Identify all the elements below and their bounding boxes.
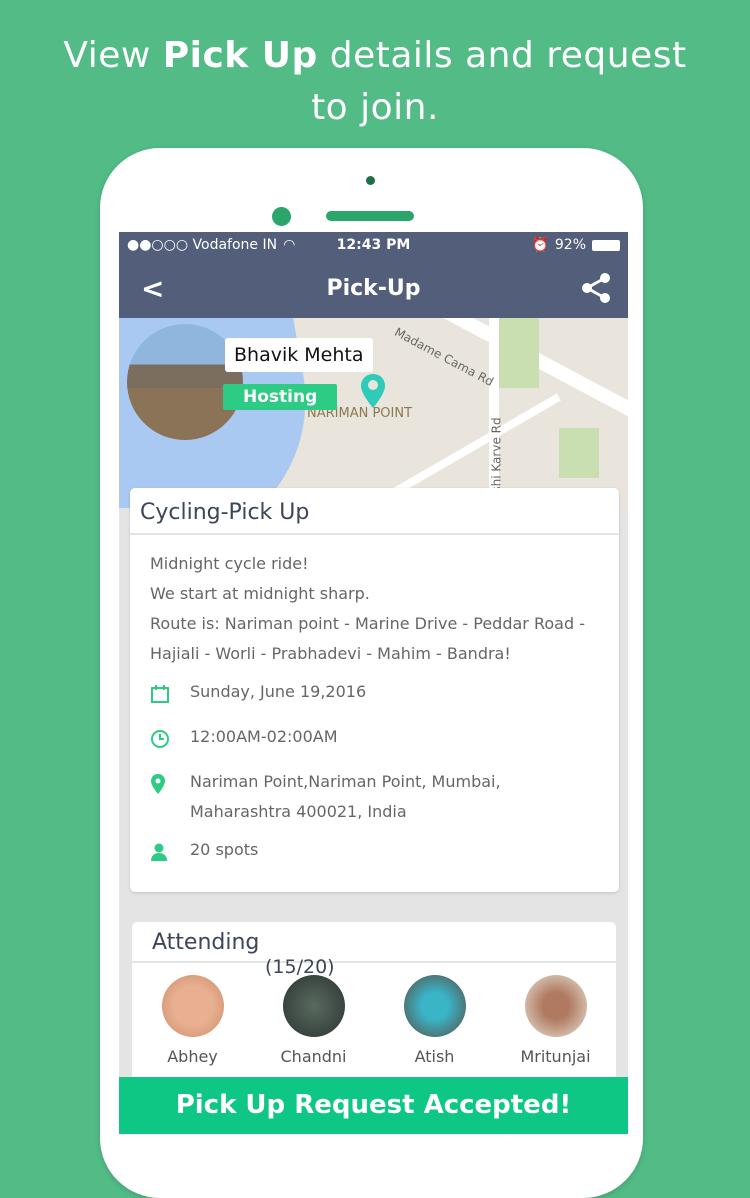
headline-line2: to join. — [311, 87, 439, 128]
person-icon — [150, 835, 190, 872]
attendee[interactable]: Atish — [374, 975, 495, 1066]
hosting-badge: Hosting — [223, 384, 338, 410]
phone-camera — [366, 176, 375, 185]
event-title: Cycling-Pick Up — [130, 488, 619, 535]
attendee-name: Chandni — [280, 1047, 347, 1066]
calendar-icon — [150, 677, 190, 714]
avatar — [403, 975, 466, 1037]
location-pin-icon — [150, 767, 190, 804]
event-date: Sunday, June 19,2016 — [130, 673, 619, 718]
avatar — [282, 975, 345, 1037]
event-description: Midnight cycle ride! We start at midnigh… — [130, 535, 619, 673]
headline: View Pick Up details and request to join… — [0, 30, 750, 134]
request-accepted-button[interactable]: Pick Up Request Accepted! — [119, 1077, 628, 1134]
clock-icon — [150, 722, 190, 759]
nav-bar: < Pick-Up — [119, 258, 628, 318]
status-bar: ●●○○○ Vodafone IN ◠ 12:43 PM ⏰ 92% — [119, 232, 628, 258]
headline-text: details and request — [317, 35, 687, 76]
attendee[interactable]: Mritunjai — [495, 975, 616, 1066]
date-text: Sunday, June 19,2016 — [190, 682, 367, 701]
host-name: Bhavik Mehta — [225, 338, 373, 372]
location-text: Nariman Point,Nariman Point, Mumbai, Mah… — [190, 772, 501, 821]
map-park — [559, 428, 599, 478]
page-title: Pick-Up — [326, 275, 421, 301]
phone-speaker — [326, 211, 414, 221]
avatar — [161, 975, 224, 1037]
event-spots: 20 spots — [130, 831, 619, 892]
map-park — [499, 318, 539, 388]
attendee-list: Abhey Chandni Atish Mritunjai — [132, 963, 616, 1066]
attendee-name: Atish — [414, 1047, 455, 1066]
event-card: Cycling-Pick Up Midnight cycle ride! We … — [130, 488, 619, 892]
clock: 12:43 PM — [336, 237, 411, 253]
share-icon[interactable] — [580, 272, 612, 308]
headline-text: View — [63, 35, 163, 76]
map-pin-icon[interactable] — [361, 374, 385, 412]
attendee[interactable]: Chandni — [253, 975, 374, 1066]
description-line: Route is: Nariman point - Marine Drive -… — [150, 614, 585, 663]
event-location: Nariman Point,Nariman Point, Mumbai, Mah… — [130, 763, 619, 831]
attending-count: (15/20) — [265, 956, 335, 978]
avatar — [524, 975, 587, 1037]
attendee-name: Abhey — [167, 1047, 218, 1066]
map[interactable]: Madame Cama Rd NARIMAN POINT shi Karve R… — [119, 318, 628, 508]
screen: ●●○○○ Vodafone IN ◠ 12:43 PM ⏰ 92% < Pick… — [119, 232, 628, 1134]
description-line: We start at midnight sharp. — [150, 584, 370, 603]
time-text: 12:00AM-02:00AM — [190, 727, 338, 746]
attendee[interactable]: Abhey — [132, 975, 253, 1066]
phone-lens — [272, 207, 291, 226]
event-time: 12:00AM-02:00AM — [130, 718, 619, 763]
description-line: Midnight cycle ride! — [150, 554, 309, 573]
attending-title: Attending — [132, 922, 616, 963]
headline-bold: Pick Up — [162, 35, 318, 76]
spots-text: 20 spots — [190, 840, 259, 859]
chevron-left-icon[interactable]: < — [141, 272, 164, 305]
map-label: shi Karve Rd — [489, 417, 504, 493]
attendee-name: Mritunjai — [520, 1047, 591, 1066]
